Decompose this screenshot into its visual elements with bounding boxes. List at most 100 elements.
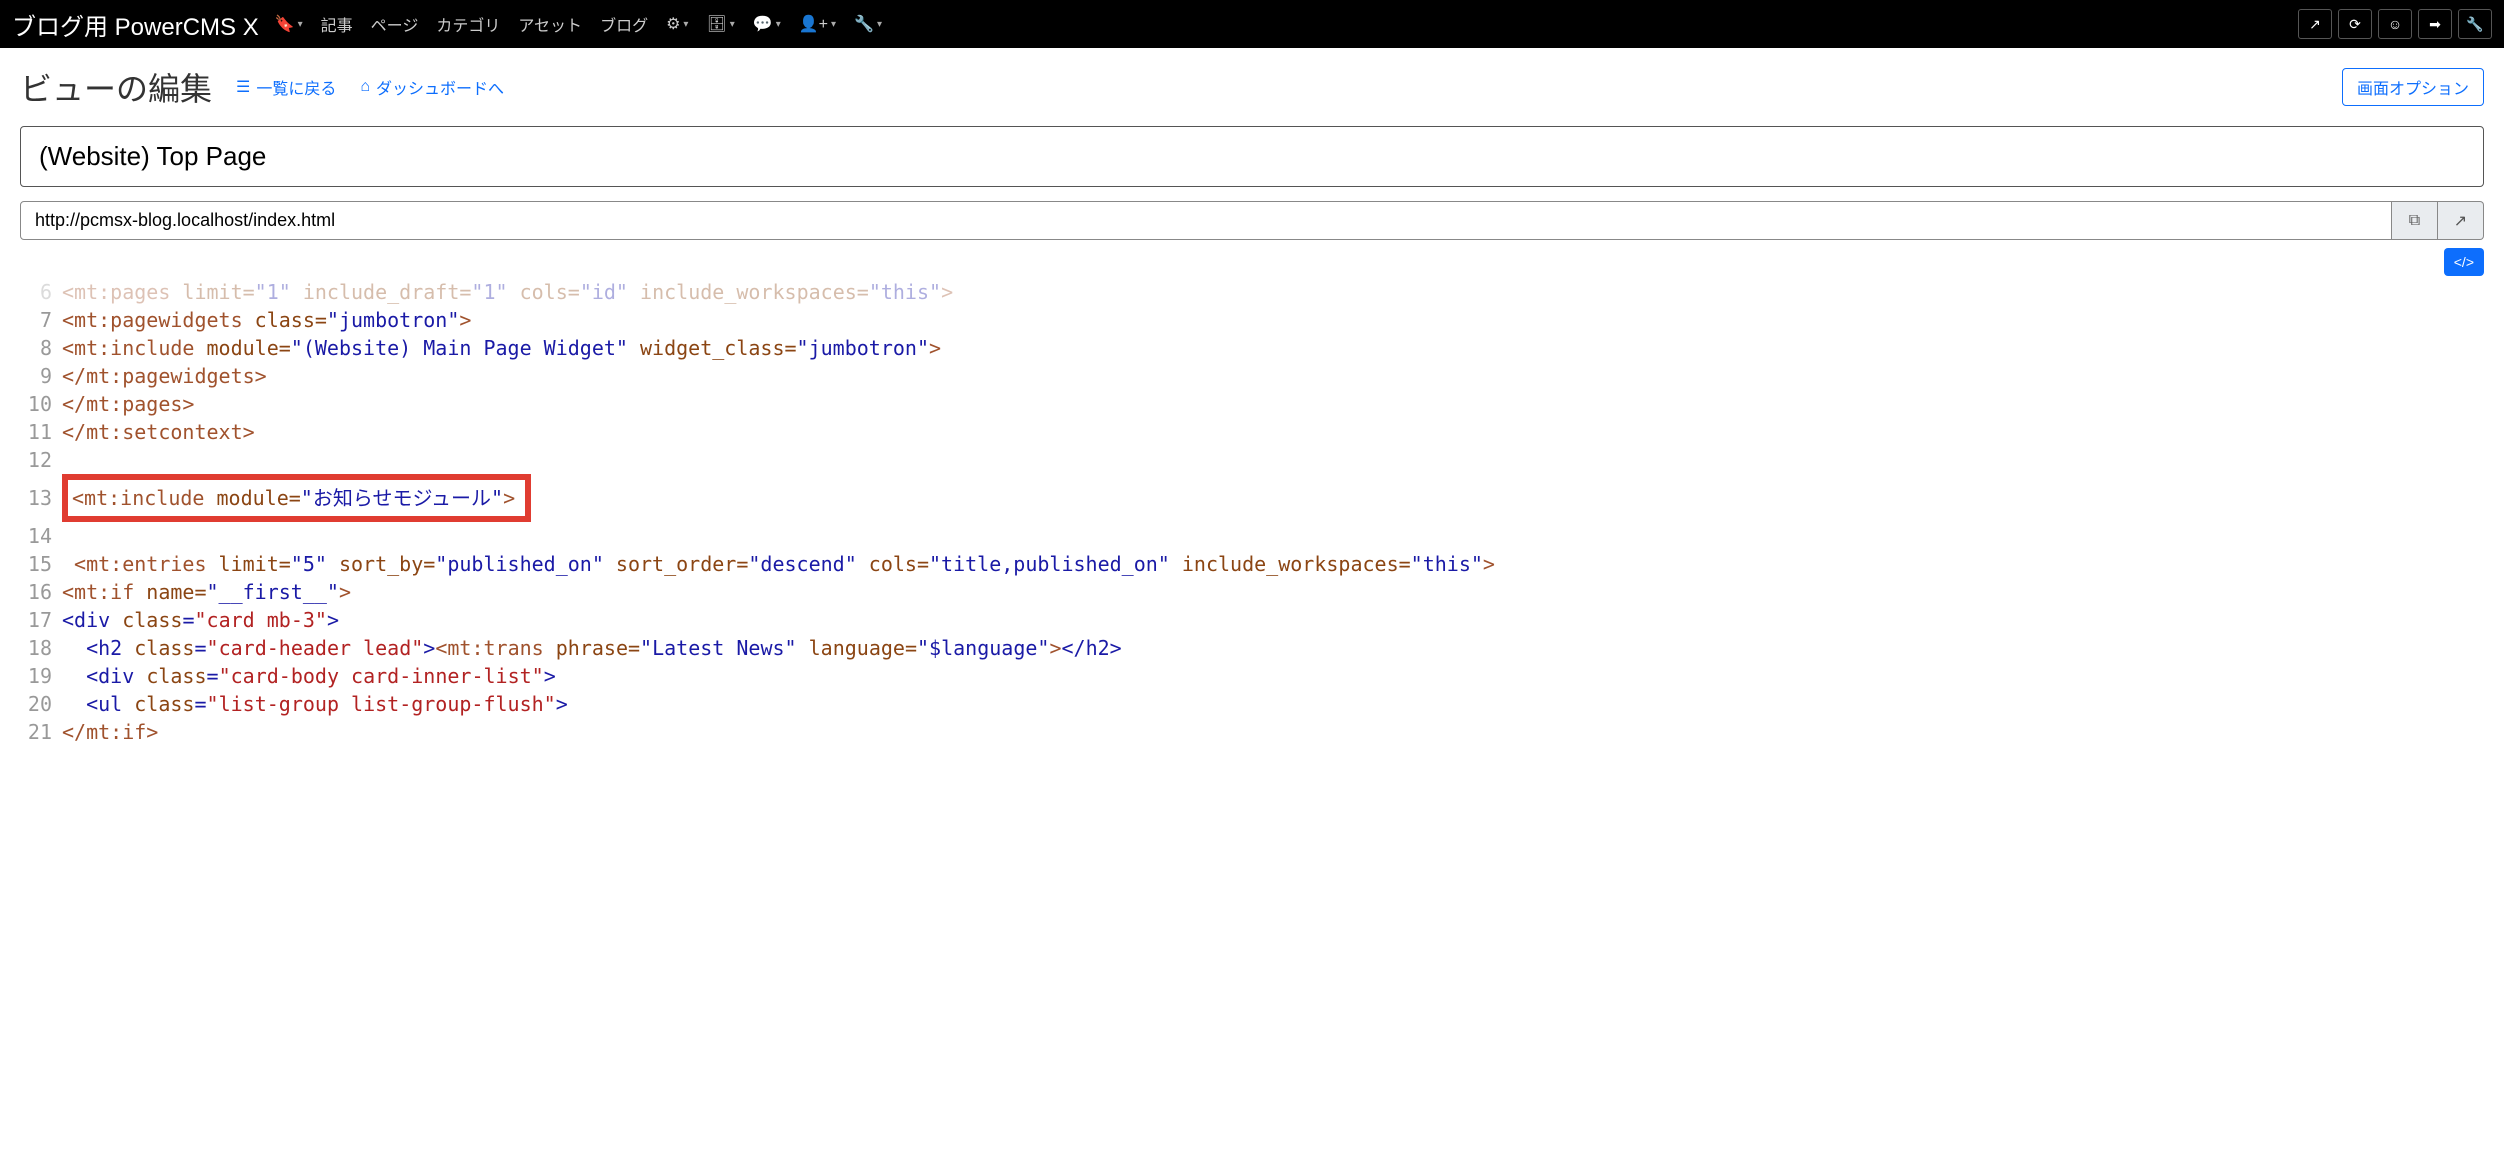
line-number: 15 <box>20 550 62 578</box>
line-number: 16 <box>20 578 62 606</box>
user-circle-icon: ☺ <box>2388 16 2402 32</box>
nav-pages[interactable]: ページ <box>365 8 425 40</box>
external-icon: ↗ <box>2309 16 2321 33</box>
code-line: 12 <box>20 446 2484 474</box>
top-right-icons: ↗ ⟳ ☺ ➡ 🔧 <box>2298 9 2492 39</box>
code-toggle-row: </> <box>20 248 2484 276</box>
bookmark-icon: 🔖 <box>275 14 295 34</box>
code-line: 9 </mt:pagewidgets> <box>20 362 2484 390</box>
code-content: <div class="card mb-3"> <box>62 606 339 634</box>
code-content: <mt:pages limit="1" include_draft="1" co… <box>62 278 953 306</box>
open-url-button[interactable]: ↗ <box>2438 201 2484 240</box>
refresh-button[interactable]: ⟳ <box>2338 9 2372 39</box>
code-content: </mt:pages> <box>62 390 194 418</box>
code-line: 8 <mt:include module="(Website) Main Pag… <box>20 334 2484 362</box>
to-dashboard-link[interactable]: ⌂ ダッシュボードへ <box>360 75 504 99</box>
line-number: 20 <box>20 690 62 718</box>
copy-url-button[interactable]: ⧉ <box>2392 201 2438 240</box>
code-content: <mt:pagewidgets class="jumbotron"> <box>62 306 471 334</box>
line-number: 14 <box>20 522 62 550</box>
caret-down-icon: ▾ <box>730 19 735 30</box>
code-content: <h2 class="card-header lead"><mt:trans p… <box>62 634 1122 662</box>
nav-categories[interactable]: カテゴリ <box>430 8 506 40</box>
url-input[interactable] <box>20 201 2392 240</box>
database-menu[interactable]: 🗄 ▾ <box>700 10 740 38</box>
code-line: 19 <div class="card-body card-inner-list… <box>20 662 2484 690</box>
code-line: 14 <box>20 522 2484 550</box>
database-icon: 🗄 <box>706 14 726 34</box>
caret-down-icon: ▾ <box>776 19 781 30</box>
line-number: 18 <box>20 634 62 662</box>
code-content: <ul class="list-group list-group-flush"> <box>62 690 568 718</box>
code-line: 18 <h2 class="card-header lead"><mt:tran… <box>20 634 2484 662</box>
code-line: 16 <mt:if name="__first__"> <box>20 578 2484 606</box>
to-dashboard-label: ダッシュボードへ <box>376 75 504 99</box>
line-number: 21 <box>20 718 62 746</box>
code-line: 15 <mt:entries limit="5" sort_by="publis… <box>20 550 2484 578</box>
code-editor[interactable]: 6 <mt:pages limit="1" include_draft="1" … <box>20 278 2484 746</box>
line-number: 7 <box>20 306 62 334</box>
code-content: </mt:setcontext> <box>62 418 255 446</box>
url-row: ⧉ ↗ <box>20 201 2484 240</box>
page-title: ビューの編集 <box>20 64 212 110</box>
view-title-input[interactable] <box>20 126 2484 187</box>
code-line: 17 <div class="card mb-3"> <box>20 606 2484 634</box>
code-content: <mt:include module="お知らせモジュール"> <box>62 474 531 522</box>
home-icon: ⌂ <box>360 78 370 96</box>
code-content: <mt:entries limit="5" sort_by="published… <box>62 550 1495 578</box>
line-number: 12 <box>20 446 62 474</box>
code-view-toggle[interactable]: </> <box>2444 248 2484 276</box>
nav-blog[interactable]: ブログ <box>594 8 654 40</box>
user-button[interactable]: ☺ <box>2378 9 2412 39</box>
code-content: <mt:include module="(Website) Main Page … <box>62 334 941 362</box>
line-number: 19 <box>20 662 62 690</box>
wrench-icon: 🔧 <box>854 14 874 34</box>
screen-options-button[interactable]: 画面オプション <box>2342 68 2484 106</box>
open-external-button[interactable]: ↗ <box>2298 9 2332 39</box>
line-number: 17 <box>20 606 62 634</box>
code-line: 20 <ul class="list-group list-group-flus… <box>20 690 2484 718</box>
code-content: </mt:pagewidgets> <box>62 362 267 390</box>
code-line: 10 </mt:pages> <box>20 390 2484 418</box>
tools-menu[interactable]: 🔧 ▾ <box>848 10 888 38</box>
code-content: </mt:if> <box>62 718 158 746</box>
brand-title: ブログ用 PowerCMS X <box>12 7 259 42</box>
logout-icon: ➡ <box>2429 16 2441 33</box>
code-line: 21 </mt:if> <box>20 718 2484 746</box>
line-number: 11 <box>20 418 62 446</box>
external-link-icon: ↗ <box>2454 211 2467 231</box>
line-number: 9 <box>20 362 62 390</box>
caret-down-icon: ▾ <box>831 19 836 30</box>
user-plus-icon: 👤+ <box>799 14 828 34</box>
code-content: <div class="card-body card-inner-list"> <box>62 662 556 690</box>
list-icon: ☰ <box>236 77 250 97</box>
logout-button[interactable]: ➡ <box>2418 9 2452 39</box>
wrench-icon: 🔧 <box>2466 16 2483 33</box>
bookmark-menu[interactable]: 🔖 ▾ <box>269 10 309 38</box>
line-number: 10 <box>20 390 62 418</box>
nav-assets[interactable]: アセット <box>512 8 588 40</box>
code-line: 7 <mt:pagewidgets class="jumbotron"> <box>20 306 2484 334</box>
code-icon: </> <box>2454 254 2474 270</box>
back-to-list-label: 一覧に戻る <box>256 75 336 99</box>
highlighted-code-line: 13 <mt:include module="お知らせモジュール"> <box>20 474 2484 522</box>
code-line: 6 <mt:pages limit="1" include_draft="1" … <box>20 278 2484 306</box>
caret-down-icon: ▾ <box>877 19 882 30</box>
wrench-button[interactable]: 🔧 <box>2458 9 2492 39</box>
code-content: <mt:if name="__first__"> <box>62 578 351 606</box>
line-number: 8 <box>20 334 62 362</box>
back-to-list-link[interactable]: ☰ 一覧に戻る <box>236 75 336 99</box>
nav-articles[interactable]: 記事 <box>315 8 359 40</box>
line-number: 13 <box>20 484 62 512</box>
top-nav: 🔖 ▾ 記事 ページ カテゴリ アセット ブログ ⚙ ▾ 🗄 ▾ 💬 ▾ 👤+ … <box>269 8 2298 40</box>
settings-menu[interactable]: ⚙ ▾ <box>660 10 694 38</box>
line-number: 6 <box>20 278 62 306</box>
top-navbar: ブログ用 PowerCMS X 🔖 ▾ 記事 ページ カテゴリ アセット ブログ… <box>0 0 2504 48</box>
comments-icon: 💬 <box>753 14 773 34</box>
copy-icon: ⧉ <box>2409 212 2420 230</box>
users-menu[interactable]: 👤+ ▾ <box>793 10 842 38</box>
code-content <box>62 446 74 474</box>
code-line: 11 </mt:setcontext> <box>20 418 2484 446</box>
comments-menu[interactable]: 💬 ▾ <box>747 10 787 38</box>
gear-icon: ⚙ <box>666 14 680 34</box>
